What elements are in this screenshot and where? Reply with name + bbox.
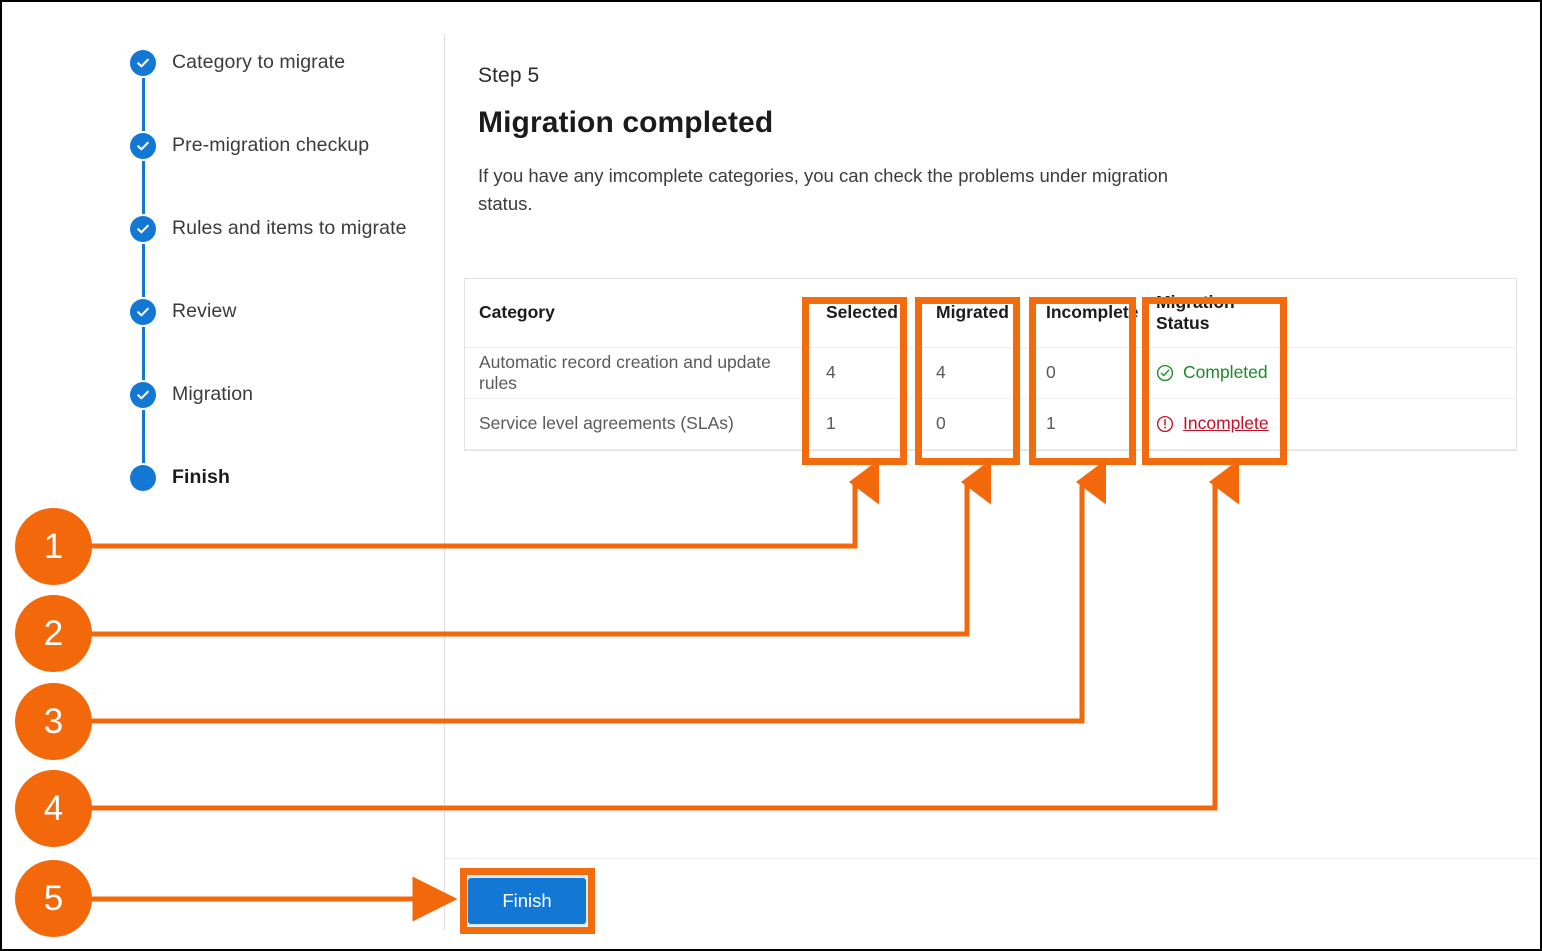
sidebar-step-label: Migration — [172, 383, 254, 405]
sidebar-step-label: Rules and items to migrate — [172, 217, 407, 239]
callout-badge-3: 3 — [15, 683, 92, 760]
callout-badge-5: 5 — [15, 860, 92, 937]
footer-divider — [445, 858, 1540, 859]
sidebar-step-category-to-migrate[interactable]: Category to migrate — [130, 50, 430, 133]
callout-badge-1: 1 — [15, 508, 92, 585]
cell-migration-status: Incomplete — [1142, 398, 1290, 450]
cell-category: Service level agreements (SLAs) — [465, 398, 812, 450]
column-header-migrated: Migrated — [922, 279, 1032, 348]
check-circle-icon — [130, 50, 156, 76]
step-eyebrow: Step 5 — [478, 64, 540, 87]
check-circle-icon — [130, 382, 156, 408]
status-label: Completed — [1183, 362, 1268, 382]
sidebar-step-label: Category to migrate — [172, 51, 346, 73]
sidebar-step-migration[interactable]: Migration — [130, 382, 430, 465]
sidebar-step-rules-and-items-to-migrate[interactable]: Rules and items to migrate — [130, 216, 430, 299]
check-circle-icon — [130, 299, 156, 325]
check-circle-icon — [130, 216, 156, 242]
sidebar-step-label: Pre-migration checkup — [172, 134, 370, 156]
finish-button[interactable]: Finish — [468, 878, 586, 924]
migration-wizard-screenshot: Category to migrate Pre-migration checku… — [0, 0, 1542, 951]
step-connector-line — [142, 410, 145, 463]
sidebar-step-review[interactable]: Review — [130, 299, 430, 382]
check-circle-icon — [130, 133, 156, 159]
callout-badge-4: 4 — [15, 770, 92, 847]
step-connector-line — [142, 327, 145, 380]
table-row: Service level agreements (SLAs) 1 0 1 In… — [465, 398, 1516, 450]
column-header-migration-status: Migration Status — [1142, 279, 1290, 348]
status-link-incomplete[interactable]: Incomplete — [1183, 413, 1269, 434]
sidebar-step-label: Review — [172, 300, 237, 322]
cell-migration-status: Completed — [1142, 347, 1290, 399]
step-connector-line — [142, 161, 145, 214]
callout-badge-2: 2 — [15, 595, 92, 672]
sidebar-step-pre-migration-checkup[interactable]: Pre-migration checkup — [130, 133, 430, 216]
cell-migrated: 0 — [922, 398, 1032, 450]
table-header-row: Category Selected Migrated Incomplete Mi… — [465, 279, 1516, 348]
cell-selected: 1 — [812, 398, 922, 450]
exclamation-circle-outline-icon — [1156, 415, 1174, 432]
table-row: Automatic record creation and update rul… — [465, 347, 1516, 399]
sidebar-step-label: Finish — [172, 466, 231, 488]
cell-category: Automatic record creation and update rul… — [465, 347, 812, 399]
column-header-selected: Selected — [812, 279, 922, 348]
sidebar-content-divider — [444, 34, 445, 930]
sidebar-step-finish[interactable]: Finish — [130, 465, 430, 505]
page-title: Migration completed — [478, 106, 774, 139]
cell-migrated: 4 — [922, 347, 1032, 399]
main-content-header: Step 5 Migration completed If you have a… — [478, 64, 1518, 218]
step-connector-line — [142, 244, 145, 297]
cell-incomplete: 1 — [1032, 398, 1142, 450]
step-connector-line — [142, 78, 145, 131]
page-description: If you have any imcomplete categories, y… — [478, 165, 1169, 214]
cell-spacer — [1290, 347, 1516, 399]
wizard-stepper: Category to migrate Pre-migration checku… — [130, 50, 430, 505]
cell-incomplete: 0 — [1032, 347, 1142, 399]
cell-spacer — [1290, 398, 1516, 450]
check-circle-outline-icon — [1156, 364, 1174, 381]
cell-selected: 4 — [812, 347, 922, 399]
migration-summary-table: Category Selected Migrated Incomplete Mi… — [464, 278, 1517, 451]
column-header-category: Category — [465, 279, 812, 348]
column-header-spacer — [1290, 279, 1516, 348]
filled-circle-icon — [130, 465, 156, 491]
column-header-incomplete: Incomplete — [1032, 279, 1142, 348]
